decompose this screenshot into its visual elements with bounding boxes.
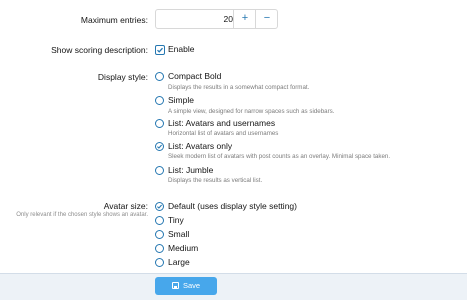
check-icon (157, 204, 163, 209)
save-button-label: Save (182, 281, 201, 290)
avatar-size-label: Avatar size: (103, 201, 148, 211)
avatar-size-radio-large[interactable] (155, 258, 164, 267)
display-style-radio-avatars-usernames[interactable] (155, 119, 164, 128)
save-icon (171, 282, 179, 289)
avatar-size-option-label: Default (uses display style setting) (168, 201, 297, 211)
max-entries-label: Maximum entries: (80, 15, 148, 25)
avatar-size-option-label: Medium (168, 243, 199, 253)
display-style-label: Display style: (97, 72, 148, 82)
display-style-option-description: Displays the results as vertical list. (168, 177, 263, 184)
display-style-option-description: Horizontal list of avatars and usernames (168, 130, 279, 137)
display-style-option-description: Displays the results in a somewhat compa… (168, 84, 310, 91)
display-style-radio-jumble[interactable] (155, 166, 164, 175)
check-icon (157, 144, 163, 149)
display-style-option-label: List: Avatars and usernames (168, 118, 276, 128)
display-style-option-description: A simple view, designed for narrow space… (168, 108, 335, 115)
check-icon (157, 47, 163, 53)
save-button[interactable]: Save (155, 277, 217, 295)
options-panel: Maximum entries: 20 + − Show scoring des… (0, 0, 467, 273)
avatar-size-radio-medium[interactable] (155, 244, 164, 253)
display-style-radio-simple[interactable] (155, 96, 164, 105)
max-entries-input[interactable]: 20 (156, 10, 233, 28)
avatar-size-radio-small[interactable] (155, 230, 164, 239)
display-style-option-description: Sleek modern list of avatars with post c… (168, 153, 391, 160)
display-style-radio-compact-bold[interactable] (155, 72, 164, 81)
avatar-size-radio-default[interactable] (155, 202, 164, 211)
max-entries-stepper[interactable]: 20 + − (155, 9, 278, 29)
avatar-size-radio-tiny[interactable] (155, 216, 164, 225)
avatar-size-option-label: Small (168, 229, 190, 239)
display-style-option-label: List: Jumble (168, 165, 214, 175)
avatar-size-hint: Only relevant if the chosen style shows … (16, 212, 148, 218)
enable-scoring-checkbox[interactable] (155, 45, 165, 55)
avatar-size-option-label: Tiny (168, 215, 184, 225)
increment-button[interactable]: + (233, 10, 256, 28)
display-style-option-label: List: Avatars only (168, 141, 233, 151)
display-style-option-label: Simple (168, 95, 194, 105)
decrement-button[interactable]: − (255, 10, 278, 28)
avatar-size-option-label: Large (168, 257, 190, 267)
display-style-option-label: Compact Bold (168, 71, 222, 81)
form-footer: Save (0, 273, 467, 300)
enable-scoring-label: Enable (168, 44, 195, 54)
display-style-radio-avatars-only[interactable] (155, 142, 164, 151)
scoring-label: Show scoring description: (51, 45, 148, 55)
